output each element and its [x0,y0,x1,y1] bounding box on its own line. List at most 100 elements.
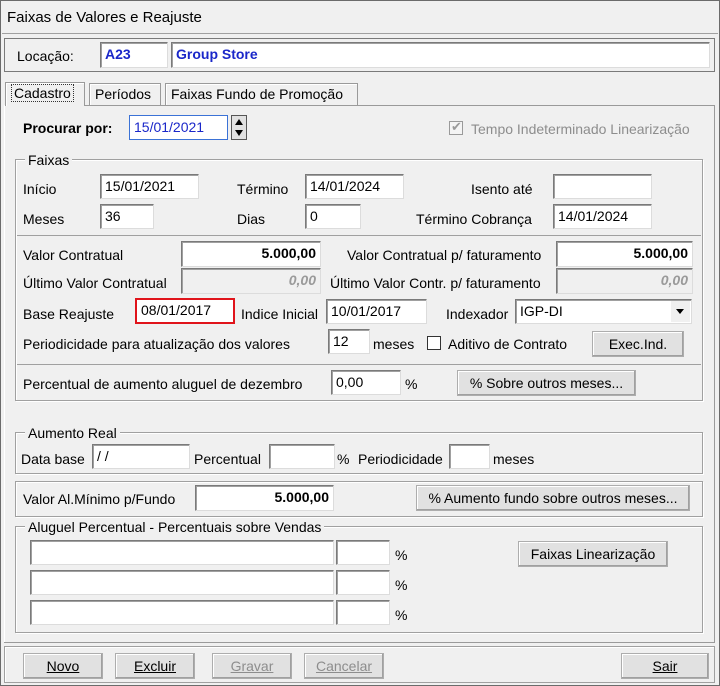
cancelar-button[interactable]: Cancelar [304,653,384,679]
percentual-dez-symbol: % [405,376,418,392]
outros-meses-button[interactable]: % Sobre outros meses... [457,370,636,396]
tab-faixas-fundo[interactable]: Faixas Fundo de Promoção [165,83,358,105]
tab-panel-bottom [4,642,715,643]
isento-label: Isento até [471,181,533,197]
dias-field[interactable]: 0 [305,204,361,229]
tab-cadastro-label: Cadastro [11,84,74,102]
meses-label: Meses [23,211,65,227]
periodicidade-real-label: Periodicidade [358,451,443,467]
aluguel-row-3-pct[interactable] [336,600,390,625]
valor-contratual-field[interactable]: 5.000,00 [181,241,321,267]
spin-down-icon[interactable] [235,130,243,136]
indexador-label: Indexador [446,306,509,322]
fundo-field[interactable]: 5.000,00 [195,485,334,511]
gravar-button[interactable]: Gravar [212,653,292,679]
inicio-label: Início [23,181,57,197]
faixas-window: Faixas de Valores e Reajuste Locação: A2… [0,0,720,686]
indice-inicial-field[interactable]: 10/01/2017 [326,299,427,324]
periodicidade-label: Periodicidade para atualização dos valor… [23,336,290,352]
termino-field[interactable]: 14/01/2024 [305,174,404,199]
aumento-fundo-button[interactable]: % Aumento fundo sobre outros meses... [416,485,690,511]
tab-strip-line [4,105,715,106]
aluguel-row-1-desc[interactable] [30,540,334,565]
faixas-divider-2 [17,364,701,365]
indexador-dropdown-button[interactable] [671,301,690,322]
termino-cobranca-field[interactable]: 14/01/2024 [553,204,652,229]
sair-button[interactable]: Sair [621,653,709,679]
data-base-field[interactable]: / / [92,444,190,469]
tab-periodos[interactable]: Períodos [89,83,161,105]
termino-label: Término [237,181,289,197]
periodicidade-field[interactable]: 12 [328,329,370,354]
search-spinner[interactable] [231,115,247,140]
valor-fat-field[interactable]: 5.000,00 [556,241,693,267]
tab-panel-left [4,105,5,643]
indice-inicial-label: Indice Inicial [241,306,319,322]
aluguel-row-2-pct[interactable] [336,570,390,595]
meses-field[interactable]: 36 [100,204,154,229]
dias-label: Dias [237,211,266,227]
isento-field[interactable] [553,174,652,199]
indexador-select[interactable]: IGP-DI [515,299,692,324]
cancelar-label: Cancelar [315,658,373,674]
window-title: Faixas de Valores e Reajuste [7,9,202,26]
base-reajuste-label: Base Reajuste [23,306,115,322]
valor-contratual-label: Valor Contratual [23,247,124,263]
percentual-dez-label: Percentual de aumento aluguel de dezembr… [23,376,303,392]
data-base-label: Data base [21,451,85,467]
percentual-dez-field[interactable]: 0,00 [331,370,401,395]
aluguel-row-1-symbol: % [395,547,408,563]
aluguel-row-1-pct[interactable] [336,540,390,565]
periodicidade-real-field[interactable] [449,444,490,469]
location-panel: Locação: A23 Group Store [4,38,715,72]
termino-cobranca-label: Término Cobrança [416,211,532,227]
novo-button[interactable]: Novo [23,653,103,679]
tab-cadastro[interactable]: Cadastro [5,82,85,106]
aluguel-row-3-symbol: % [395,607,408,623]
title-separator [2,33,718,34]
novo-label: Novo [46,658,80,674]
ultimo-valor-field: 0,00 [181,268,321,294]
periodicidade-meses-label: meses [373,336,415,352]
faixas-linearizacao-button[interactable]: Faixas Linearização [518,541,668,567]
tab-faixas-fundo-label: Faixas Fundo de Promoção [171,86,343,102]
gravar-label: Gravar [230,658,274,674]
ultimo-fat-field: 0,00 [556,268,693,294]
location-code-field[interactable]: A23 [100,42,168,68]
percentual-label: Percentual [194,451,261,467]
inicio-field[interactable]: 15/01/2021 [100,174,199,199]
percentual-field[interactable] [269,444,335,469]
search-input[interactable]: 15/01/2021 [129,115,228,140]
valor-fat-label: Valor Contratual p/ faturamento [347,247,542,263]
aditivo-checkbox[interactable] [427,336,441,350]
fundo-label: Valor Al.Mínimo p/Fundo [23,491,176,507]
check-icon: ✔ [451,119,462,134]
location-name-field[interactable]: Group Store [171,42,710,68]
aluguel-row-2-symbol: % [395,577,408,593]
tab-periodos-label: Períodos [95,86,152,102]
indeterminate-checkbox[interactable]: ✔ [449,119,463,135]
percentual-symbol: % [337,451,350,467]
aumento-real-title: Aumento Real [25,425,120,441]
indexador-value: IGP-DI [520,303,563,319]
excluir-label: Excluir [133,658,176,674]
indeterminate-label: Tempo Indeterminado Linearização [471,121,690,137]
faixas-title: Faixas [25,152,73,168]
excluir-button[interactable]: Excluir [115,653,195,679]
chevron-down-icon [676,309,684,314]
spin-up-icon[interactable] [235,119,243,125]
base-reajuste-field[interactable]: 08/01/2017 [135,298,235,324]
tab-panel-right [714,105,715,643]
sair-label: Sair [652,658,678,674]
aluguel-row-3-desc[interactable] [30,600,334,625]
aditivo-label: Aditivo de Contrato [448,336,568,352]
exec-ind-button[interactable]: Exec.Ind. [592,331,684,357]
search-label: Procurar por: [23,120,113,136]
location-label: Locação: [17,48,74,64]
aluguel-row-2-desc[interactable] [30,570,334,595]
periodicidade-real-meses: meses [493,451,535,467]
aluguel-percentual-title: Aluguel Percentual - Percentuais sobre V… [25,519,325,535]
ultimo-fat-label: Último Valor Contr. p/ faturamento [330,275,541,291]
ultimo-valor-label: Último Valor Contratual [23,275,167,291]
faixas-divider-1 [17,235,701,236]
